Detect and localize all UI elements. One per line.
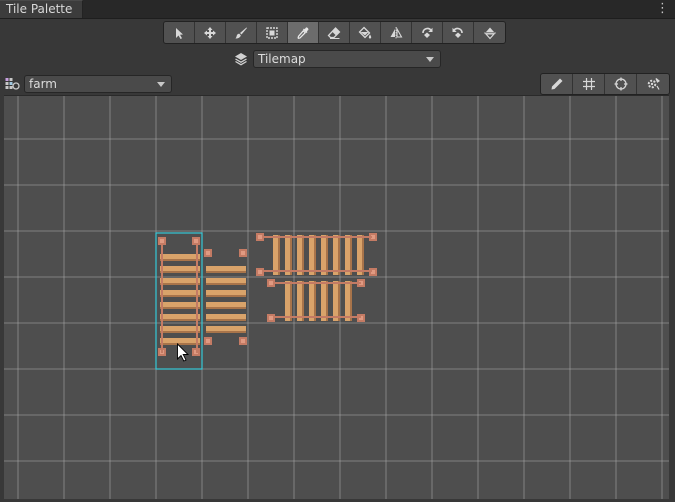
- rotate-ccw-tool[interactable]: [443, 22, 474, 43]
- fence-plank-tile: [290, 281, 292, 321]
- fence-plank-tile: [206, 319, 246, 321]
- fence-plank-tile: [350, 281, 352, 321]
- fence-rail-tile: [262, 270, 372, 272]
- fence-post-tile: [206, 251, 210, 255]
- grid-icon: [582, 78, 595, 90]
- active-tilemap-dropdown[interactable]: Tilemap: [253, 50, 441, 68]
- fence-plank-tile: [160, 343, 200, 345]
- fence-post-tile: [206, 339, 210, 343]
- fence-post-tile: [258, 235, 262, 239]
- active-tilemap-row: Tilemap: [233, 49, 441, 69]
- brush-tool[interactable]: [226, 22, 257, 43]
- fence-plank-tile: [206, 331, 246, 333]
- fence-post-tile: [241, 339, 245, 343]
- fence-rail-tile: [262, 236, 372, 238]
- edit-palette-button[interactable]: [541, 74, 573, 94]
- fence-plank-tile: [326, 235, 328, 275]
- rotate-cw-tool[interactable]: [412, 22, 443, 43]
- fence-plank-tile: [160, 331, 200, 333]
- fence-rail-tile: [196, 243, 198, 353]
- gear-icon: [647, 78, 660, 90]
- palette-grid-view[interactable]: [4, 96, 669, 499]
- box-fill-tool[interactable]: [257, 22, 288, 43]
- palette-grid-icon: [5, 78, 20, 90]
- move-tool[interactable]: [195, 22, 226, 43]
- palette-row: farm: [4, 74, 172, 94]
- palette-value: farm: [29, 77, 57, 91]
- fence-plank-tile: [160, 307, 200, 309]
- palette-tiles: [158, 233, 377, 356]
- flip-tool[interactable]: [381, 22, 412, 43]
- fence-post-tile: [194, 239, 198, 243]
- fence-post-tile: [269, 281, 273, 285]
- fence-rail-tile: [273, 316, 361, 318]
- flip-vertical-icon: [483, 27, 496, 39]
- fence-rail-tile: [161, 243, 163, 353]
- tab-tile-palette[interactable]: Tile Palette: [0, 0, 83, 18]
- picker-tool[interactable]: [288, 22, 319, 43]
- fence-plank-tile: [326, 281, 328, 321]
- fence-plank-tile: [350, 235, 352, 275]
- tool-toolbar: [163, 21, 506, 44]
- fence-plank-tile: [338, 281, 340, 321]
- palette-settings-button[interactable]: [637, 74, 669, 94]
- layers-icon: [235, 53, 247, 66]
- fence-plank-tile: [302, 235, 304, 275]
- fence-post-tile: [160, 239, 164, 243]
- fence-plank-tile: [160, 271, 200, 273]
- active-tilemap-value: Tilemap: [258, 52, 306, 66]
- fence-plank-tile: [160, 259, 200, 261]
- fence-plank-tile: [338, 235, 340, 275]
- fill-tool[interactable]: [350, 22, 381, 43]
- flip-vertical-tool[interactable]: [474, 22, 505, 43]
- select-tool[interactable]: [164, 22, 195, 43]
- eraser-icon: [327, 26, 341, 39]
- fence-plank-tile: [160, 295, 200, 297]
- fence-post-tile: [258, 270, 262, 274]
- fence-plank-tile: [206, 271, 246, 273]
- fence-plank-tile: [314, 281, 316, 321]
- fence-post-tile: [269, 316, 273, 320]
- eyedropper-icon: [297, 26, 309, 39]
- arrow-pointer-icon: [176, 27, 183, 39]
- chevron-down-icon: [157, 82, 165, 87]
- toggle-gizmos-button[interactable]: [605, 74, 637, 94]
- fence-plank-tile: [278, 235, 280, 275]
- paintbrush-icon: [235, 27, 247, 38]
- fence-plank-tile: [290, 235, 292, 275]
- flip-horizontal-icon: [390, 26, 403, 39]
- move-arrows-icon: [204, 26, 216, 39]
- toggle-grid-button[interactable]: [573, 74, 605, 94]
- fence-post-tile: [241, 251, 245, 255]
- fence-plank-tile: [362, 235, 364, 275]
- fence-plank-tile: [160, 283, 200, 285]
- tile-palette-canvas[interactable]: [4, 95, 669, 499]
- chevron-down-icon: [426, 57, 434, 62]
- paint-bucket-icon: [358, 26, 372, 38]
- fence-plank-tile: [206, 307, 246, 309]
- fence-plank-tile: [160, 319, 200, 321]
- palette-dropdown[interactable]: farm: [24, 75, 172, 93]
- tab-bar: Tile Palette ⋮: [0, 0, 675, 19]
- fence-rail-tile: [273, 282, 361, 284]
- rotate-counterclockwise-icon: [452, 27, 463, 38]
- kebab-menu-icon[interactable]: ⋮: [656, 1, 669, 17]
- gizmo-icon: [614, 77, 627, 91]
- fence-plank-tile: [206, 295, 246, 297]
- pencil-icon: [551, 78, 562, 90]
- fence-plank-tile: [206, 283, 246, 285]
- mouse-cursor-icon: [177, 342, 190, 362]
- eraser-tool[interactable]: [319, 22, 350, 43]
- rotate-clockwise-icon: [422, 27, 433, 38]
- palette-view-toolbar: [540, 73, 670, 95]
- fence-plank-tile: [314, 235, 316, 275]
- fence-plank-tile: [302, 281, 304, 321]
- box-fill-icon: [266, 26, 278, 39]
